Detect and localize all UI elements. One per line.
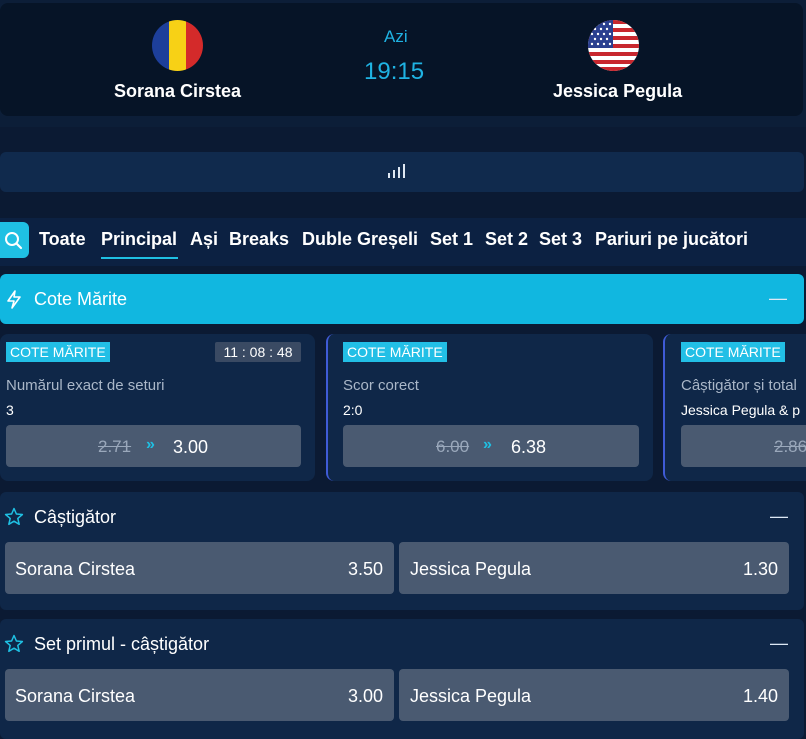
boost-badge: COTE MĂRITE <box>6 342 110 362</box>
selection-odds: 3.00 <box>347 686 383 706</box>
usa-flag-icon <box>588 20 639 71</box>
boost-market-name: Câștigător și total <box>681 377 797 394</box>
countdown-timer: 11 : 08 : 48 <box>215 342 301 362</box>
active-tab-indicator <box>101 257 178 259</box>
market-collapse-button[interactable]: — <box>770 506 788 527</box>
tab-duble-greseli[interactable]: Duble Greșeli <box>302 229 418 250</box>
selection-name: Jessica Pegula <box>410 559 532 579</box>
boost-market-name: Scor corect <box>343 377 419 394</box>
boost-selection: 3 <box>6 402 14 418</box>
away-player-name: Jessica Pegula <box>553 81 683 101</box>
match-day: Azi <box>384 27 408 46</box>
tab-principal[interactable]: Principal <box>101 229 177 250</box>
market-title: Set primul - câștigător <box>34 634 210 654</box>
market-title: Câștigător <box>34 507 117 527</box>
old-odds: 2.71 <box>98 437 132 456</box>
match-time: 19:15 <box>364 58 425 85</box>
boost-selection: Jessica Pegula & p <box>681 402 801 418</box>
search-button[interactable] <box>0 222 29 258</box>
selection-name: Sorana Cirstea <box>15 559 136 579</box>
lightning-icon <box>7 290 21 309</box>
selection-name: Sorana Cirstea <box>15 686 136 706</box>
boost-collapse-button[interactable]: — <box>769 288 787 309</box>
double-chevron-right-icon: » <box>483 436 492 453</box>
stats-bars-icon[interactable] <box>387 163 405 179</box>
boost-badge: COTE MĂRITE <box>343 342 447 362</box>
tab-set-2[interactable]: Set 2 <box>485 229 528 250</box>
romania-flag-icon <box>152 20 203 71</box>
search-icon <box>5 232 23 250</box>
home-player-name: Sorana Cirstea <box>114 81 242 101</box>
new-odds: 6.38 <box>511 437 547 457</box>
market-collapse-button[interactable]: — <box>770 633 788 654</box>
selection-odds: 3.50 <box>347 559 383 579</box>
new-odds: 3.00 <box>173 437 209 457</box>
boost-badge: COTE MĂRITE <box>681 342 785 362</box>
tab-set-1[interactable]: Set 1 <box>430 229 473 250</box>
tab-toate[interactable]: Toate <box>39 229 86 250</box>
star-icon[interactable] <box>4 634 24 654</box>
tab-set-3[interactable]: Set 3 <box>539 229 582 250</box>
old-odds: 6.00 <box>436 437 470 456</box>
tab-asi[interactable]: Ași <box>190 229 218 250</box>
selection-odds: 1.30 <box>742 559 778 579</box>
selection-name: Jessica Pegula <box>410 686 532 706</box>
double-chevron-right-icon: » <box>146 436 155 453</box>
star-icon[interactable] <box>4 507 24 527</box>
boost-selection: 2:0 <box>343 402 363 418</box>
boost-section-title: Cote Mărite <box>34 289 128 309</box>
old-odds: 2.86 <box>774 437 806 456</box>
tab-pariuri-pe-jucatori[interactable]: Pariuri pe jucători <box>595 229 748 250</box>
boost-market-name: Numărul exact de seturi <box>6 377 165 394</box>
tab-breaks[interactable]: Breaks <box>229 229 289 250</box>
selection-odds: 1.40 <box>742 686 778 706</box>
